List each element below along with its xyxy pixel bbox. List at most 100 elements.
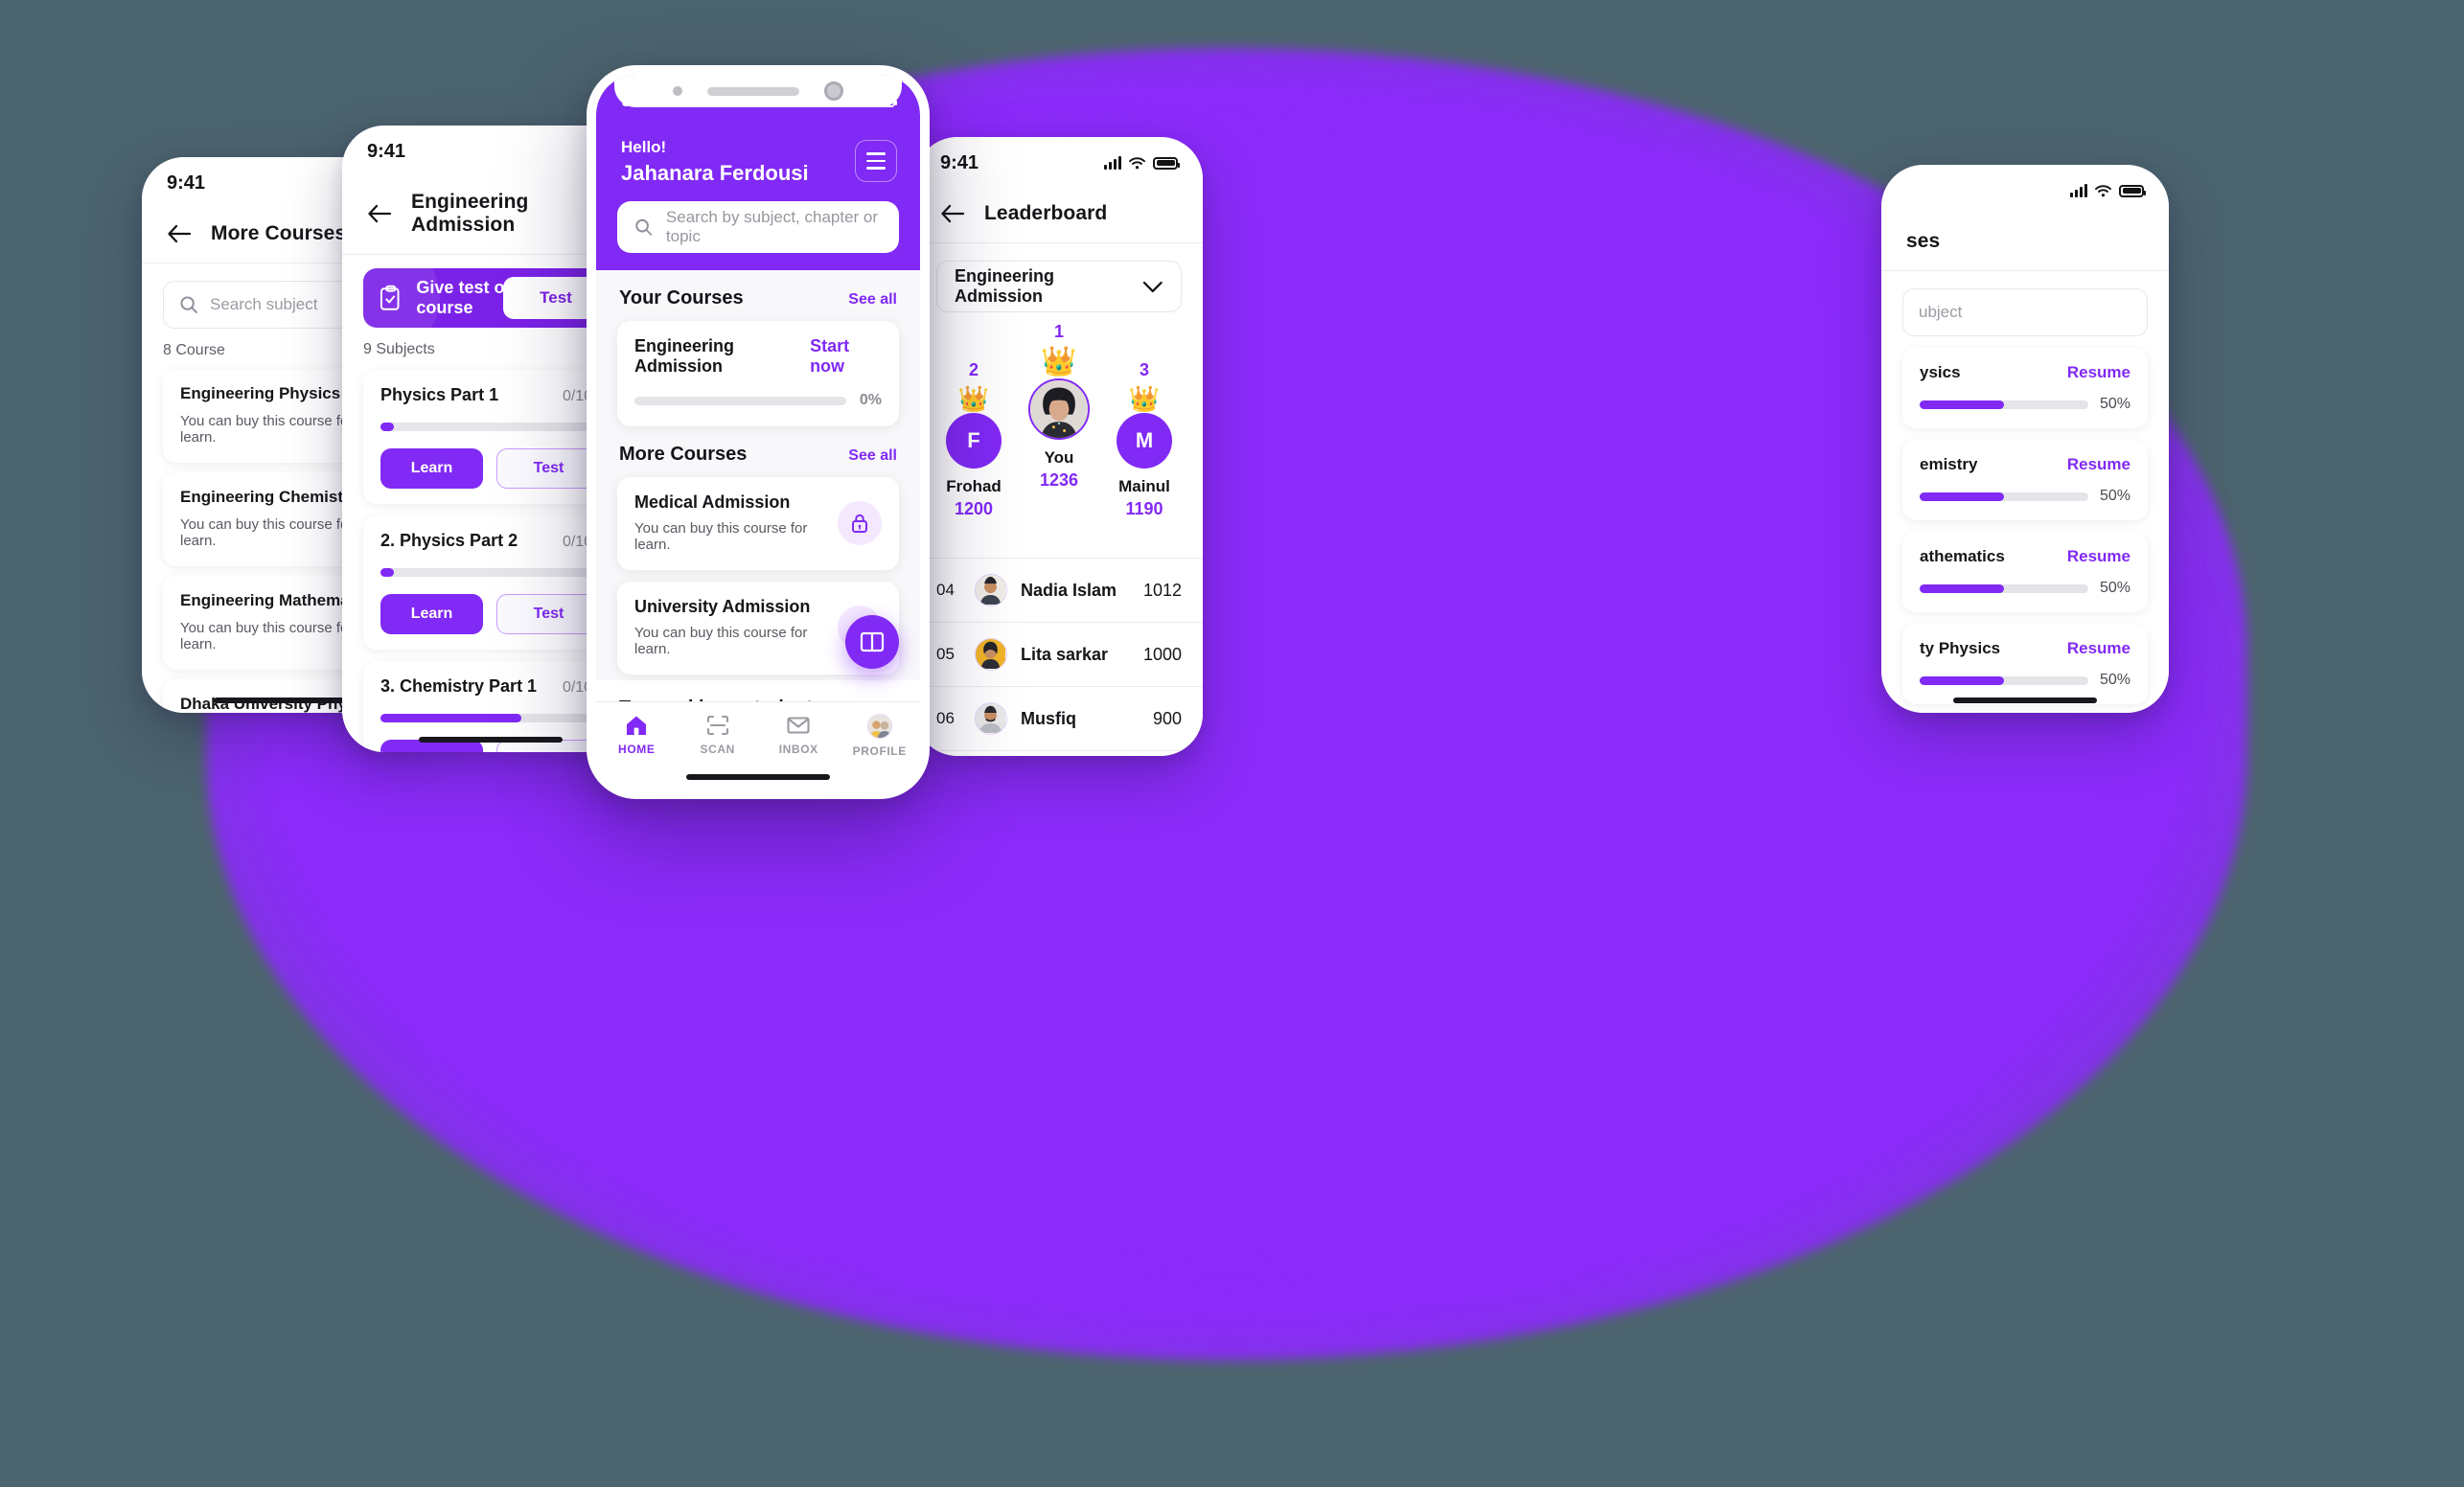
progress-bar bbox=[1920, 675, 2088, 685]
podium-rank: 3 bbox=[1139, 360, 1149, 379]
poster-stage: 9:41 More Courses Search subject 8 Cours… bbox=[0, 0, 2464, 1487]
resume-button[interactable]: Resume bbox=[2067, 639, 2130, 658]
back-arrow-icon[interactable] bbox=[367, 203, 392, 224]
avatar: M bbox=[1117, 413, 1172, 469]
crown-icon: 👑 bbox=[957, 384, 990, 413]
back-arrow-icon[interactable] bbox=[167, 223, 192, 244]
wifi-icon bbox=[1129, 156, 1145, 170]
list-item[interactable]: 2. Physics Part 2 0/100 Learn Test bbox=[363, 515, 618, 650]
phone-notch bbox=[614, 75, 902, 107]
list-item[interactable]: ysics Resume 50% bbox=[1902, 348, 2148, 428]
status-time: 9:41 bbox=[940, 151, 979, 173]
tab-inbox[interactable]: INBOX bbox=[758, 714, 840, 756]
phone-home: 9:41 Hello! Jahanara Ferdousi bbox=[587, 65, 930, 799]
student-score: 1012 bbox=[1142, 580, 1182, 600]
test-button[interactable]: Test bbox=[496, 448, 601, 489]
list-item[interactable]: Medical Admission You can buy this cours… bbox=[617, 477, 899, 570]
resume-button[interactable]: Resume bbox=[2067, 547, 2130, 566]
progress-bar bbox=[380, 714, 601, 722]
podium-name: You bbox=[1044, 448, 1074, 467]
list-item[interactable]: ty Physics Resume 50% bbox=[1902, 624, 2148, 704]
rank: 06 bbox=[936, 709, 955, 727]
avatar bbox=[975, 638, 1007, 671]
section-title: Your Courses bbox=[619, 287, 744, 309]
podium-first[interactable]: 1 👑 You 1236 bbox=[1019, 322, 1099, 491]
course-title: athematics bbox=[1920, 547, 2005, 565]
progress-label: 0% bbox=[859, 392, 882, 408]
speaker-grille bbox=[707, 86, 799, 96]
nav-bar: ses bbox=[1881, 217, 2169, 270]
student-name: Musfiq bbox=[1021, 708, 1076, 728]
search-placeholder: Search subject bbox=[210, 295, 318, 313]
tab-scan[interactable]: SCAN bbox=[678, 714, 759, 756]
learn-button[interactable]: Learn bbox=[380, 594, 483, 634]
home-indicator bbox=[419, 737, 563, 743]
section-title: More Courses bbox=[619, 444, 748, 465]
crown-icon: 👑 bbox=[1041, 346, 1077, 377]
student-name: Lita sarkar bbox=[1021, 644, 1109, 664]
table-row[interactable]: 05 Lita sarkar 1000 bbox=[915, 622, 1203, 686]
tab-profile[interactable]: PROFILE bbox=[840, 714, 921, 758]
table-row[interactable]: 04 Nadia Islam 1012 bbox=[915, 558, 1203, 622]
course-desc: You can buy this course for learn. bbox=[634, 625, 808, 657]
tab-home[interactable]: HOME bbox=[596, 714, 678, 756]
battery-icon bbox=[1153, 156, 1180, 170]
subject-name: 3. Chemistry Part 1 bbox=[380, 676, 538, 696]
table-row[interactable]: 06 Musfiq 900 bbox=[915, 686, 1203, 750]
back-arrow-icon[interactable] bbox=[940, 203, 965, 224]
avatar: F bbox=[946, 413, 1002, 469]
search-input[interactable]: Search by subject, chapter or topic bbox=[617, 201, 899, 253]
progress-bar bbox=[1920, 492, 2088, 501]
subject-name: Physics Part 1 bbox=[380, 385, 499, 404]
start-now-button[interactable]: Start now bbox=[810, 336, 882, 377]
progress-label: 50% bbox=[2099, 580, 2130, 596]
menu-button[interactable] bbox=[855, 140, 897, 182]
give-test-banner[interactable]: Give test on full course Test bbox=[363, 268, 618, 328]
podium-second[interactable]: 2 👑 F Frohad 1200 bbox=[936, 360, 1011, 519]
scan-icon bbox=[706, 715, 728, 736]
page-title: ses bbox=[1906, 230, 1941, 252]
test-button[interactable]: Test bbox=[496, 594, 601, 634]
phone-leaderboard: 9:41 Leaderboard Engineering Admission 2… bbox=[915, 137, 1203, 756]
podium-score: 1190 bbox=[1125, 499, 1163, 518]
course-filter-dropdown[interactable]: Engineering Admission bbox=[936, 261, 1182, 312]
podium-score: 1200 bbox=[954, 499, 994, 518]
your-course-card[interactable]: Engineering Admission Start now 0% bbox=[617, 321, 899, 426]
resume-button[interactable]: Resume bbox=[2067, 363, 2130, 382]
see-all-link[interactable]: See all bbox=[848, 447, 897, 465]
cellular-signal-icon bbox=[2070, 184, 2087, 197]
battery-icon bbox=[2119, 184, 2146, 197]
page-title: Leaderboard bbox=[984, 202, 1108, 224]
list-item[interactable]: Physics Part 1 0/100 Learn Test bbox=[363, 370, 618, 504]
podium-rank: 2 bbox=[968, 360, 979, 379]
inbox-icon bbox=[787, 717, 810, 734]
list-item[interactable]: athematics Resume 50% bbox=[1902, 532, 2148, 612]
greeting-text: Hello! bbox=[621, 138, 667, 156]
podium-name: Mainul bbox=[1118, 477, 1170, 495]
progress-bar bbox=[1920, 583, 2088, 593]
status-time: 9:41 bbox=[167, 172, 206, 194]
lock-icon bbox=[838, 500, 882, 545]
search-input[interactable]: ubject bbox=[1902, 288, 2148, 336]
resume-button[interactable]: Resume bbox=[2067, 455, 2130, 474]
more-courses-header: More Courses See all bbox=[596, 426, 920, 466]
your-courses-header: Your Courses See all bbox=[596, 270, 920, 309]
progress-bar bbox=[380, 568, 601, 577]
podium-third[interactable]: 3 👑 M Mainul 1190 bbox=[1107, 360, 1182, 519]
status-bar: 9:41 bbox=[1881, 165, 2169, 217]
tab-label: INBOX bbox=[778, 743, 818, 756]
list-item[interactable]: emistry Resume 50% bbox=[1902, 440, 2148, 520]
phone-your-courses-resume: 9:41 ses ubject ysics Resume bbox=[1881, 165, 2169, 713]
home-indicator bbox=[686, 774, 830, 780]
user-name: Jahanara Ferdousi bbox=[621, 161, 809, 185]
see-all-link[interactable]: See all bbox=[848, 291, 897, 309]
book-fab-button[interactable] bbox=[845, 615, 899, 669]
progress-label: 50% bbox=[2099, 672, 2130, 688]
course-title: emistry bbox=[1920, 455, 1978, 473]
learn-button[interactable]: Learn bbox=[380, 448, 483, 489]
course-title: Medical Admission bbox=[634, 492, 791, 512]
crown-icon: 👑 bbox=[1128, 384, 1161, 413]
table-row[interactable]: 07 Tishan roy 865 bbox=[915, 750, 1203, 756]
course-filter-value: Engineering Admission bbox=[955, 266, 1055, 306]
podium: 2 👑 F Frohad 1200 1 👑 You 1236 3 👑 M Mai… bbox=[915, 318, 1203, 558]
